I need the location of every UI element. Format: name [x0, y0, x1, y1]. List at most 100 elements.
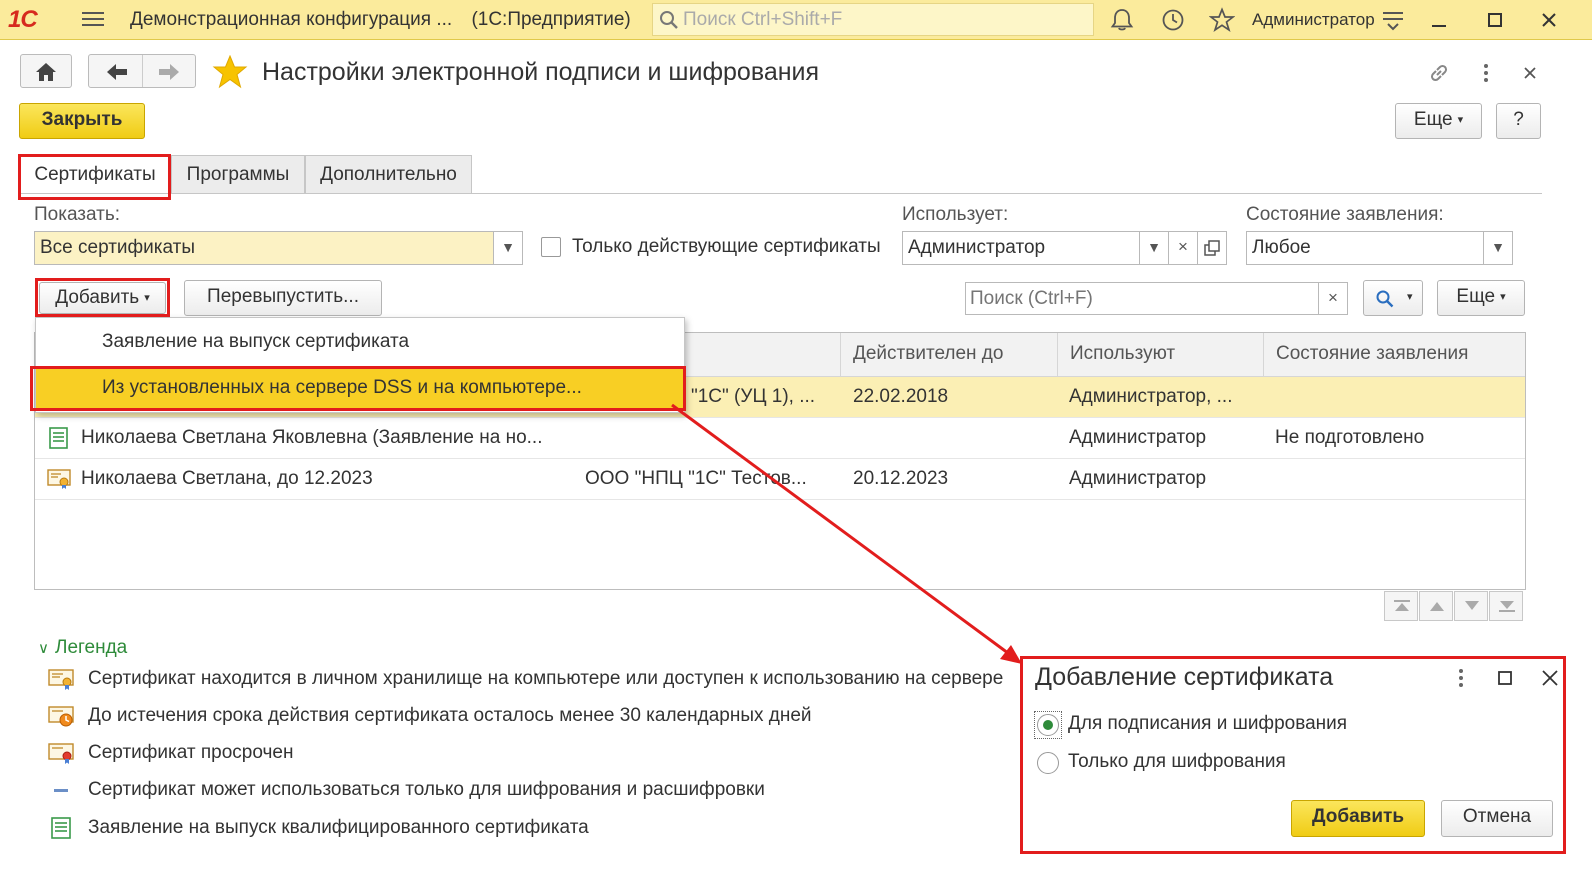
radio-encrypt-only[interactable] — [1037, 752, 1059, 774]
history-icon[interactable] — [1160, 7, 1186, 33]
open-form-icon — [1204, 240, 1220, 256]
scroll-to-bottom-button[interactable] — [1489, 591, 1523, 621]
chevron-down-icon: ▼ — [1491, 239, 1505, 255]
dialog-cancel-button[interactable]: Отмена — [1441, 800, 1553, 837]
user-filter-open[interactable] — [1197, 231, 1227, 265]
row-certificate-name: Николаева Светлана, до 12.2023 — [81, 468, 373, 489]
clear-icon: × — [1328, 288, 1338, 307]
row-users: Администратор — [1069, 427, 1207, 448]
favorite-star-icon[interactable] — [212, 55, 248, 89]
maximize-icon[interactable] — [1482, 7, 1508, 33]
table-search-input[interactable] — [966, 284, 1306, 314]
only-valid-label: Только действующие сертификаты — [572, 236, 881, 257]
show-filter-field[interactable]: Все сертификаты — [34, 231, 494, 265]
legend-item: Сертификат может использоваться только д… — [44, 776, 844, 804]
app-config-name: Демонстрационная конфигурация ... — [130, 9, 453, 30]
user-filter-dropdown[interactable]: ▼ — [1139, 231, 1169, 265]
form-more-button[interactable]: Еще ▾ — [1395, 103, 1482, 139]
radio-sign-and-encrypt[interactable] — [1037, 714, 1059, 736]
tab-programs[interactable]: Программы — [171, 155, 305, 194]
column-header-valid-to[interactable]: Действителен до — [841, 333, 1058, 377]
add-button-label: Добавить — [55, 287, 140, 309]
column-header-state[interactable]: Состояние заявления — [1264, 333, 1525, 377]
table-more-label: Еще — [1456, 286, 1496, 308]
close-icon[interactable] — [1539, 667, 1561, 689]
table-search-clear[interactable]: × — [1318, 282, 1348, 315]
user-filter-field[interactable]: Администратор — [902, 231, 1140, 265]
tab-additional[interactable]: Дополнительно — [305, 155, 472, 194]
global-search[interactable] — [652, 3, 1094, 36]
more-actions-icon[interactable] — [1451, 667, 1471, 689]
dialog-title: Добавление сертификата — [1035, 663, 1334, 691]
row-valid-to — [853, 418, 1053, 458]
search-icon — [660, 11, 678, 29]
legend-text: Сертификат может использоваться только д… — [88, 779, 765, 800]
star-icon[interactable] — [1209, 7, 1235, 33]
app-titlebar: 1С Демонстрационная конфигурация ... (1С… — [0, 0, 1592, 40]
only-valid-checkbox[interactable] — [541, 237, 561, 257]
scroll-top-icon — [1394, 600, 1410, 611]
state-filter-field[interactable]: Любое — [1246, 231, 1484, 265]
row-state — [1275, 377, 1515, 417]
menu-item-certificate-request[interactable]: Заявление на выпуск сертификата — [36, 320, 684, 364]
row-issuer — [585, 418, 825, 458]
table-row[interactable]: Николаева Светлана, до 12.2023 ООО "НПЦ … — [35, 459, 1525, 500]
row-state: Не подготовлено — [1275, 427, 1425, 448]
global-search-input[interactable] — [683, 8, 1083, 32]
close-form-icon[interactable] — [1517, 60, 1543, 86]
scroll-up-button[interactable] — [1419, 591, 1453, 621]
form-title: Настройки электронной подписи и шифрован… — [262, 58, 820, 86]
row-issuer: "1С" (УЦ 1), ... — [691, 386, 816, 407]
show-filter-dropdown[interactable]: ▼ — [493, 231, 523, 265]
state-filter-label: Состояние заявления: — [1246, 204, 1444, 225]
link-icon[interactable] — [1426, 60, 1452, 86]
column-header-users[interactable]: Используют — [1058, 333, 1264, 377]
form-more-label: Еще — [1413, 109, 1453, 131]
table-search[interactable] — [965, 282, 1319, 315]
application-icon — [51, 817, 71, 839]
radio-sign-and-encrypt-label[interactable]: Для подписания и шифрования — [1068, 713, 1347, 735]
scroll-bottom-icon — [1499, 601, 1515, 612]
row-valid-to: 20.12.2023 — [853, 468, 949, 489]
legend-toggle[interactable]: ∨ Легенда — [38, 637, 127, 659]
encryption-only-icon — [54, 789, 68, 792]
chevron-down-icon: ▼ — [1147, 239, 1161, 255]
user-filter-clear[interactable]: × — [1168, 231, 1198, 265]
bell-icon[interactable] — [1109, 7, 1135, 33]
table-more-button[interactable]: Еще ▾ — [1437, 280, 1525, 316]
back-arrow-icon[interactable] — [105, 62, 129, 82]
settings-menu-icon[interactable] — [1380, 7, 1406, 33]
scroll-to-top-button[interactable] — [1384, 591, 1418, 621]
certificate-expiring-icon — [48, 706, 74, 727]
minimize-icon[interactable] — [1426, 7, 1452, 33]
maximize-icon[interactable] — [1495, 668, 1515, 688]
add-certificate-dialog: Добавление сертификата Для подписания и … — [1020, 656, 1566, 854]
table-row[interactable]: Николаева Светлана Яковлевна (Заявление … — [35, 418, 1525, 459]
state-filter-dropdown[interactable]: ▼ — [1483, 231, 1513, 265]
dialog-add-button[interactable]: Добавить — [1291, 800, 1425, 837]
current-user[interactable]: Администратор — [1252, 10, 1375, 30]
tab-certificates[interactable]: Сертификаты — [20, 155, 170, 195]
application-icon — [49, 427, 68, 449]
close-window-icon[interactable] — [1536, 7, 1562, 33]
legend-item: Заявление на выпуск квалифицированного с… — [44, 814, 844, 842]
chevron-down-icon: ▼ — [501, 239, 515, 255]
menu-icon[interactable] — [82, 9, 104, 29]
reissue-button[interactable]: Перевыпустить... — [184, 280, 382, 316]
help-button[interactable]: ? — [1496, 103, 1541, 139]
home-icon — [36, 63, 56, 81]
certificate-icon — [48, 669, 74, 690]
legend-text: До истечения срока действия сертификата … — [88, 705, 812, 726]
scroll-down-button[interactable] — [1454, 591, 1488, 621]
radio-encrypt-only-label[interactable]: Только для шифрования — [1068, 751, 1286, 773]
app-logo[interactable]: 1С — [8, 6, 66, 33]
search-icon — [1376, 290, 1394, 308]
add-button[interactable]: Добавить ▾ — [39, 282, 166, 314]
forward-arrow-icon[interactable] — [157, 62, 181, 82]
menu-item-from-installed[interactable]: Из установленных на сервере DSS и на ком… — [36, 366, 684, 410]
home-button[interactable] — [20, 54, 72, 88]
search-options-button[interactable]: ▾ — [1363, 280, 1423, 316]
certificate-expired-icon — [48, 743, 74, 764]
more-actions-icon[interactable] — [1473, 60, 1499, 86]
close-button[interactable]: Закрыть — [19, 103, 145, 139]
